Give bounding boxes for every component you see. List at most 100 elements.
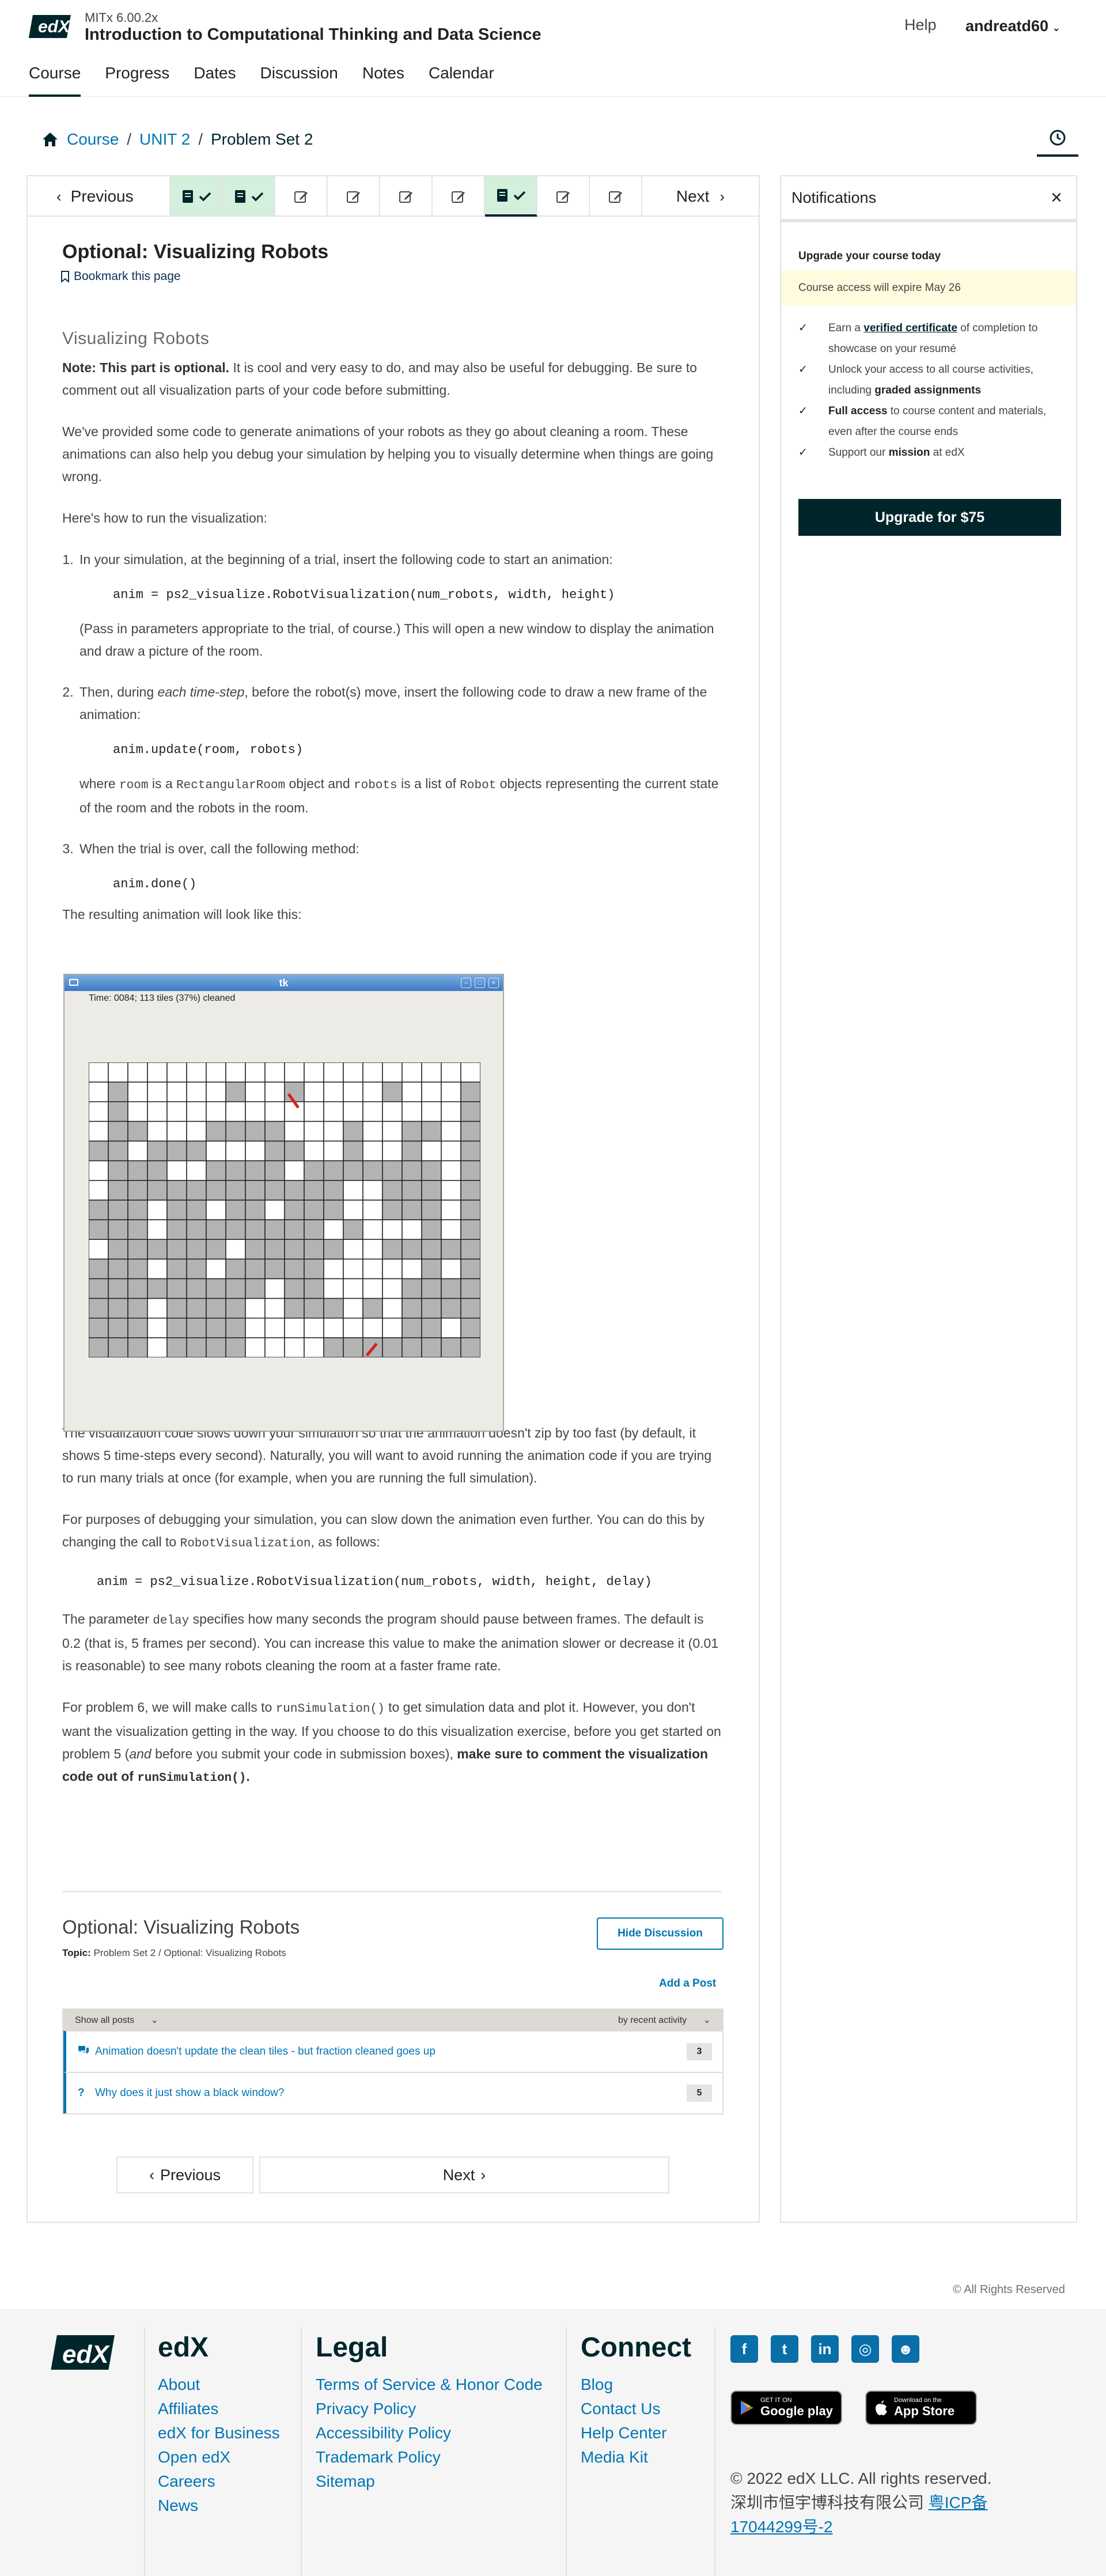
room-tile bbox=[382, 1278, 403, 1299]
room-tile bbox=[108, 1062, 128, 1083]
room-tile bbox=[108, 1337, 128, 1357]
room-tile bbox=[382, 1317, 403, 1338]
code-block: anim = ps2_visualize.RobotVisualization(… bbox=[113, 588, 615, 602]
footer-link-about[interactable]: About bbox=[158, 2373, 280, 2397]
footer-link-media-kit[interactable]: Media Kit bbox=[581, 2445, 691, 2469]
sequence-tab[interactable] bbox=[380, 176, 433, 217]
tab-notes[interactable]: Notes bbox=[362, 61, 404, 97]
room-tile bbox=[264, 1337, 285, 1357]
google-play-icon bbox=[741, 2401, 753, 2415]
post-title: Animation doesn't update the clean tiles… bbox=[95, 2045, 435, 2057]
add-post-button[interactable]: Add a Post bbox=[659, 1977, 716, 1990]
room-tile bbox=[127, 1180, 148, 1201]
icp-link[interactable]: 17044299号-2 bbox=[730, 2518, 832, 2536]
upgrade-button[interactable]: Upgrade for $75 bbox=[798, 499, 1061, 536]
course-dates-toggle[interactable] bbox=[1037, 121, 1078, 157]
instagram-icon[interactable]: ◎ bbox=[851, 2335, 879, 2363]
room-grid bbox=[89, 1062, 480, 1357]
room-tile bbox=[421, 1160, 442, 1181]
room-tile bbox=[402, 1258, 422, 1280]
room-tile bbox=[264, 1239, 285, 1260]
problem-icon bbox=[234, 190, 245, 203]
footer-link-blog[interactable]: Blog bbox=[581, 2373, 691, 2397]
room-tile bbox=[343, 1317, 363, 1338]
sequence-next-button[interactable]: Next › bbox=[642, 176, 759, 217]
reddit-icon[interactable]: ☻ bbox=[892, 2335, 919, 2363]
room-tile bbox=[264, 1317, 285, 1338]
room-tile bbox=[89, 1258, 109, 1280]
footer-link-help-center[interactable]: Help Center bbox=[581, 2421, 691, 2445]
room-tile bbox=[225, 1219, 246, 1240]
room-tile bbox=[264, 1180, 285, 1201]
post-filter-select[interactable]: Show all posts ⌄ bbox=[75, 2014, 158, 2026]
sequence-tab[interactable] bbox=[433, 176, 485, 217]
hide-discussion-button[interactable]: Hide Discussion bbox=[597, 1917, 724, 1950]
close-icon[interactable]: × bbox=[1051, 187, 1062, 209]
footer-link-accessibility[interactable]: Accessibility Policy bbox=[316, 2421, 543, 2445]
breadcrumb-separator: / bbox=[127, 130, 132, 148]
room-tile bbox=[166, 1062, 187, 1083]
sequence-tab[interactable] bbox=[328, 176, 380, 217]
tab-progress[interactable]: Progress bbox=[105, 61, 169, 97]
twitter-icon[interactable]: t bbox=[771, 2335, 798, 2363]
bottom-previous-button[interactable]: ‹ Previous bbox=[116, 2157, 253, 2193]
footer-link-news[interactable]: News bbox=[158, 2494, 280, 2518]
footer-link-terms[interactable]: Terms of Service & Honor Code bbox=[316, 2373, 543, 2397]
verified-certificate-link[interactable]: verified certificate bbox=[863, 322, 957, 334]
facebook-icon[interactable]: f bbox=[730, 2335, 758, 2363]
tab-calendar[interactable]: Calendar bbox=[429, 61, 494, 97]
breadcrumb-unit[interactable]: UNIT 2 bbox=[139, 130, 190, 149]
room-tile bbox=[402, 1239, 422, 1260]
room-tile bbox=[362, 1180, 383, 1201]
sequence-tab[interactable] bbox=[590, 176, 642, 217]
divider bbox=[301, 2327, 302, 2576]
post-row[interactable]: ? Why does it just show a black window? … bbox=[63, 2072, 722, 2113]
edit-icon bbox=[451, 191, 465, 203]
tab-course[interactable]: Course bbox=[29, 61, 81, 97]
post-sort-select[interactable]: by recent activity ⌄ bbox=[618, 2014, 711, 2026]
footer-link-contact[interactable]: Contact Us bbox=[581, 2397, 691, 2421]
room-tile bbox=[147, 1317, 168, 1338]
room-tile bbox=[147, 1337, 168, 1357]
room-tile bbox=[421, 1239, 442, 1260]
breadcrumb-course[interactable]: Course bbox=[67, 130, 119, 149]
footer-link-careers[interactable]: Careers bbox=[158, 2469, 280, 2494]
room-tile bbox=[323, 1317, 344, 1338]
help-link[interactable]: Help bbox=[904, 16, 937, 34]
sequence-tab[interactable] bbox=[171, 176, 223, 217]
icp-link[interactable]: 粤ICP备 bbox=[929, 2494, 988, 2511]
sequence-tab[interactable] bbox=[223, 176, 275, 217]
sequence-tab[interactable] bbox=[275, 176, 328, 217]
bottom-next-button[interactable]: Next › bbox=[259, 2157, 669, 2193]
edx-logo[interactable]: edX bbox=[29, 12, 73, 39]
room-tile bbox=[127, 1200, 148, 1220]
bookmark-label: Bookmark this page bbox=[74, 270, 181, 283]
room-tile bbox=[323, 1140, 344, 1162]
room-tile bbox=[362, 1219, 383, 1240]
footer-link-trademark[interactable]: Trademark Policy bbox=[316, 2445, 543, 2469]
sequence-tab[interactable] bbox=[537, 176, 590, 217]
edit-icon bbox=[399, 191, 412, 203]
sequence-tab[interactable] bbox=[485, 176, 537, 217]
room-tile bbox=[441, 1101, 461, 1122]
bookmark-button[interactable]: Bookmark this page bbox=[61, 270, 181, 283]
linkedin-icon[interactable]: in bbox=[811, 2335, 839, 2363]
footer-link-sitemap[interactable]: Sitemap bbox=[316, 2469, 543, 2494]
tab-discussion[interactable]: Discussion bbox=[260, 61, 338, 97]
room-tile bbox=[304, 1298, 324, 1319]
room-tile bbox=[284, 1298, 305, 1319]
sequence-previous-button[interactable]: ‹ Previous bbox=[28, 176, 171, 217]
tab-dates[interactable]: Dates bbox=[194, 61, 236, 97]
edx-logo[interactable]: edX bbox=[50, 2332, 121, 2373]
footer-link-privacy[interactable]: Privacy Policy bbox=[316, 2397, 543, 2421]
user-menu-button[interactable]: andreatd60 ⌄ bbox=[956, 13, 1071, 39]
post-row[interactable]: Animation doesn't update the clean tiles… bbox=[63, 2030, 722, 2072]
google-play-badge[interactable]: GET IT ON Google play bbox=[730, 2390, 842, 2425]
room-tile bbox=[245, 1180, 266, 1201]
footer-link-open-edx[interactable]: Open edX bbox=[158, 2445, 280, 2469]
footer-link-business[interactable]: edX for Business bbox=[158, 2421, 280, 2445]
footer-link-affiliates[interactable]: Affiliates bbox=[158, 2397, 280, 2421]
breadcrumb-separator: / bbox=[198, 130, 203, 148]
app-store-badge[interactable]: Download on the App Store bbox=[865, 2390, 977, 2425]
room-tile bbox=[166, 1337, 187, 1357]
